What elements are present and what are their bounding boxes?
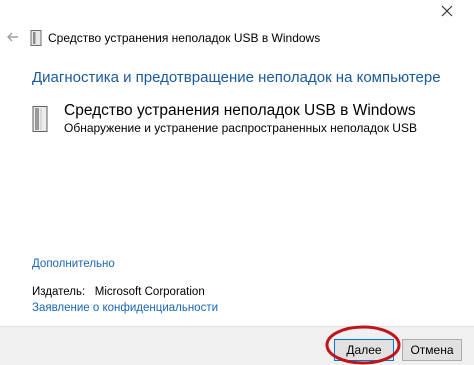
title-bar (0, 0, 474, 30)
troubleshooter-window: Средство устранения неполадок USB в Wind… (0, 0, 474, 365)
publisher-label: Издатель: (32, 286, 86, 298)
publisher-line: Издатель: Microsoft Corporation (32, 286, 205, 298)
publisher-value: Microsoft Corporation (94, 286, 205, 298)
close-icon (441, 5, 453, 17)
troubleshooter-description: Обнаружение и устранение распространенны… (64, 121, 417, 135)
back-button[interactable] (6, 30, 20, 44)
footer-bar: Далее Отмена (0, 326, 474, 365)
usb-device-icon (30, 30, 42, 46)
back-arrow-icon (7, 32, 18, 42)
close-button[interactable] (434, 0, 460, 22)
advanced-link[interactable]: Дополнительно (32, 258, 115, 270)
page-heading: Диагностика и предотвращение неполадок н… (32, 69, 441, 86)
privacy-link[interactable]: Заявление о конфиденциальности (32, 302, 218, 314)
window-title: Средство устранения неполадок USB в Wind… (48, 31, 321, 45)
cancel-button[interactable]: Отмена (402, 339, 462, 361)
usb-device-icon (32, 106, 48, 132)
troubleshooter-title: Средство устранения неполадок USB в Wind… (64, 102, 416, 119)
next-button[interactable]: Далее (334, 339, 394, 361)
